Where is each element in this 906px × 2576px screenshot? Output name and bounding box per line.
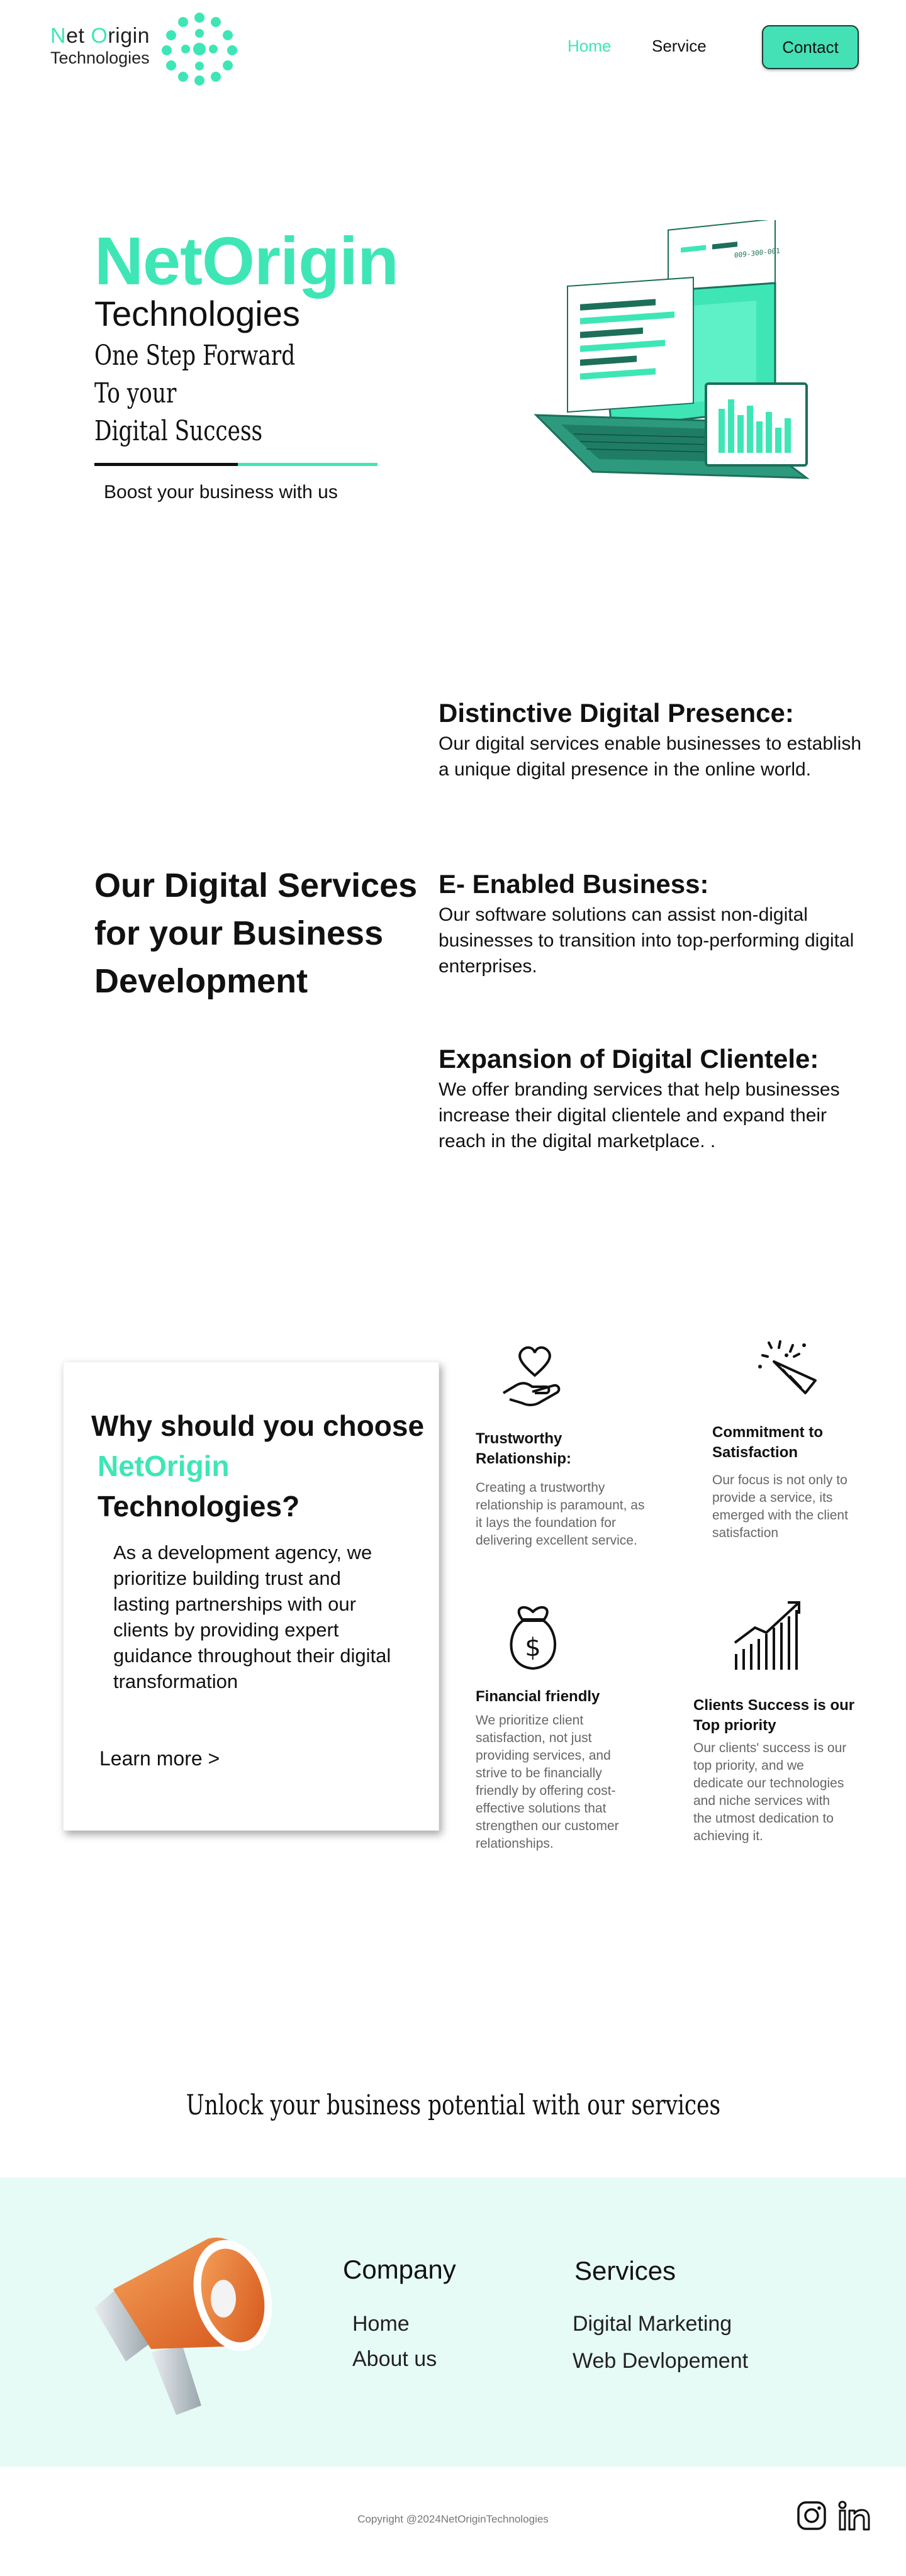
logo[interactable]: Net Origin Technologies [50,24,150,68]
service-item: E- Enabled Business: Our software soluti… [439,869,873,979]
footer-services-heading: Services [574,2256,676,2285]
footer-link-digital-marketing[interactable]: Digital Marketing [573,2312,732,2336]
service-item-text: Our software solutions can assist non-di… [439,904,854,977]
hero-underline-accent [238,463,378,466]
footer-link-web-development[interactable]: Web Devlopement [573,2349,748,2373]
service-item: Expansion of Digital Clientele: We offer… [439,1044,873,1154]
unlock-tagline-text: Unlock your business potential with our … [186,2089,720,2121]
feature-title: Financial friendly [476,1688,600,1705]
contact-button[interactable]: Contact [762,25,859,69]
linkedin-icon[interactable] [838,2501,871,2531]
unlock-tagline: Unlock your business potential with our … [0,2089,906,2121]
why-choose-brand: NetOrigin [98,1450,230,1482]
party-popper-icon [758,1340,817,1394]
service-item: Distinctive Digital Presence: Our digita… [439,698,873,782]
service-item-text: We offer branding services that help bus… [439,1079,840,1152]
copyright-text: Copyright @2024NetOriginTechnologies [357,2513,549,2525]
learn-more-link[interactable]: Learn more > [99,1747,220,1770]
feature-title: Trustworthy Relationship: [476,1430,572,1467]
hero-boost-text: Boost your business with us [104,482,338,502]
why-choose-title: Why should you choose [91,1409,425,1442]
footer-link-about[interactable]: About us [352,2347,437,2372]
logo-letter-o: O [91,24,108,48]
megaphone-icon [94,2237,272,2415]
feature-text: We prioritize client satisfaction, not j… [476,1713,619,1851]
hero-subtitle: Technologies [94,294,300,333]
laptop-dashboard-illustration-icon: 009-300-001 [534,220,810,479]
service-item-title: E- Enabled Business: [439,869,709,899]
footer-link-home[interactable]: Home [352,2312,410,2336]
logo-text-rigin: rigin [108,24,150,48]
services-title-line-1: Our Digital Services [94,867,418,904]
feature-text: Creating a trustworthy relationship is p… [476,1480,645,1548]
services-title-line-2: for your Business [94,914,384,952]
instagram-icon[interactable] [797,2501,827,2531]
heart-hand-icon [502,1346,561,1406]
network-dots-icon [162,13,237,86]
site-header: Net Origin Technologies Home Service Con… [0,0,906,94]
svg-text:$: $ [525,1633,540,1662]
hero-underline-dark [94,463,238,466]
footer-company-heading: Company [343,2255,456,2284]
money-bag-icon: $ [510,1606,557,1670]
logo-subtitle: Technologies [50,48,150,67]
feature-title: Clients Success is our Top priority [693,1697,855,1734]
feature-text: Our clients' success is our top priority… [693,1741,847,1843]
why-choose-tech: Technologies? [98,1490,300,1523]
hero-tagline-3: Digital Success [94,415,263,447]
service-item-title: Expansion of Digital Clientele: [439,1044,819,1074]
hero-brand-title: NetOrigin [94,223,399,299]
nav-home-link[interactable]: Home [568,36,611,56]
growth-chart-icon [734,1601,800,1670]
feature-title: Commitment to Satisfaction [712,1424,823,1461]
hero-tagline-2: To your [94,377,177,409]
service-item-text: Our digital services enable businesses t… [439,733,862,780]
services-title: Our Digital Services for your Business D… [94,862,434,1005]
services-title-line-3: Development [94,962,308,1000]
nav-service-link[interactable]: Service [652,36,707,56]
hero-tagline-1: One Step Forward [94,340,296,372]
logo-letter-n: N [50,24,67,48]
feature-text: Our focus is not only to provide a servi… [712,1473,848,1540]
why-choose-text: As a development agency, we prioritize b… [113,1541,391,1692]
logo-text-et: et [66,24,91,48]
logo-wordmark: Net Origin [50,24,150,48]
service-item-title: Distinctive Digital Presence: [439,698,794,728]
